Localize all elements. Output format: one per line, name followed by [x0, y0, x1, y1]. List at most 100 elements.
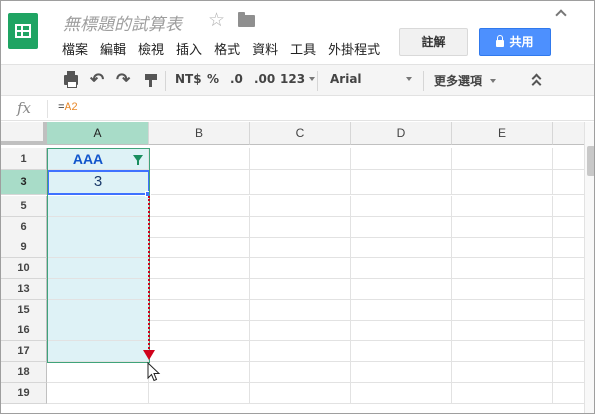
percent-format-button[interactable]: % [207, 72, 219, 86]
grid-cell[interactable] [250, 258, 351, 279]
grid-cell[interactable] [47, 383, 149, 404]
grid-cell[interactable] [250, 196, 351, 217]
font-family-select[interactable]: Arial [330, 72, 414, 86]
row-header-16[interactable]: 16 [1, 320, 47, 341]
grid-cell[interactable] [250, 217, 351, 238]
grid-cell[interactable] [452, 196, 553, 217]
row-header-9[interactable]: 9 [1, 237, 47, 258]
grid-cell[interactable] [553, 362, 584, 383]
grid-cell[interactable] [351, 300, 452, 321]
grid-cell[interactable] [452, 362, 553, 383]
grid-cell[interactable] [553, 320, 584, 341]
grid-cell[interactable] [250, 170, 351, 195]
document-title[interactable]: 無標題的試算表 [63, 10, 182, 35]
grid-cell[interactable] [250, 148, 351, 170]
grid-cell[interactable] [149, 217, 250, 238]
undo-icon[interactable]: ↶ [90, 70, 104, 90]
grid-cell[interactable] [149, 341, 250, 362]
grid-cell[interactable] [452, 258, 553, 279]
grid-cell[interactable] [351, 341, 452, 362]
grid-cell[interactable] [250, 320, 351, 341]
grid-cell[interactable] [452, 148, 553, 170]
grid-cell[interactable] [452, 300, 553, 321]
grid-cell[interactable] [149, 320, 250, 341]
grid-cell[interactable] [452, 237, 553, 258]
row-header-3[interactable]: 3 [1, 170, 47, 195]
grid-cell[interactable] [351, 279, 452, 300]
menu-format[interactable]: 格式 [214, 39, 240, 57]
row-header-18[interactable]: 18 [1, 362, 47, 383]
column-header-b[interactable]: B [149, 122, 250, 145]
comment-button[interactable]: 註解 [399, 28, 468, 56]
grid-cell[interactable] [351, 148, 452, 170]
select-all-corner[interactable] [1, 122, 47, 145]
grid-cell[interactable] [149, 279, 250, 300]
chevron-up-icon[interactable] [555, 9, 567, 21]
grid-cell[interactable] [351, 320, 452, 341]
column-header-d[interactable]: D [351, 122, 452, 145]
row-header-13[interactable]: 13 [1, 279, 47, 300]
menu-file[interactable]: 檔案 [62, 39, 88, 57]
grid-cell[interactable] [351, 237, 452, 258]
menu-tools[interactable]: 工具 [290, 39, 316, 57]
menu-edit[interactable]: 編輯 [100, 39, 126, 57]
row-header-5[interactable]: 5 [1, 196, 47, 217]
collapse-toolbar-icon[interactable] [531, 73, 542, 90]
grid-cell[interactable] [553, 148, 584, 170]
grid-cell[interactable] [351, 170, 452, 195]
grid-cell[interactable] [553, 196, 584, 217]
grid-cell[interactable] [553, 170, 584, 195]
more-formats-button[interactable]: 123 [280, 72, 316, 86]
menu-addons[interactable]: 外掛程式 [328, 39, 380, 57]
grid-cell[interactable] [452, 341, 553, 362]
row-header-10[interactable]: 10 [1, 258, 47, 279]
increase-decimal-button[interactable]: .00 [254, 72, 275, 86]
grid-cell[interactable] [553, 383, 584, 404]
paint-format-icon[interactable] [145, 74, 157, 87]
grid-cell[interactable] [553, 341, 584, 362]
sheets-logo-icon[interactable] [8, 13, 38, 49]
grid-cell[interactable] [250, 341, 351, 362]
grid-cell[interactable] [149, 258, 250, 279]
formula-input[interactable]: =A2 [58, 102, 78, 114]
star-icon[interactable]: ☆ [208, 9, 225, 32]
grid-cell[interactable] [149, 383, 250, 404]
row-header-1[interactable]: 1 [1, 148, 47, 170]
column-header-c[interactable]: C [250, 122, 351, 145]
grid-cell[interactable] [553, 258, 584, 279]
grid-cell[interactable] [452, 170, 553, 195]
grid-cell[interactable] [149, 362, 250, 383]
grid-cell[interactable] [452, 279, 553, 300]
grid-cell[interactable] [452, 320, 553, 341]
grid-cell[interactable] [351, 196, 452, 217]
row-header-15[interactable]: 15 [1, 300, 47, 321]
menu-insert[interactable]: 插入 [176, 39, 202, 57]
row-header-17[interactable]: 17 [1, 341, 47, 362]
grid-cell[interactable] [149, 300, 250, 321]
grid-cell[interactable] [149, 148, 250, 170]
grid-cell[interactable] [149, 170, 250, 195]
grid-cell[interactable] [452, 217, 553, 238]
more-options-button[interactable]: 更多選項 [434, 72, 497, 89]
grid-cell[interactable] [149, 196, 250, 217]
grid-cell[interactable] [553, 300, 584, 321]
row-header-19[interactable]: 19 [1, 383, 47, 404]
grid-cell[interactable] [351, 383, 452, 404]
grid-cell[interactable] [452, 383, 553, 404]
grid-cell[interactable] [553, 217, 584, 238]
grid-cell[interactable] [553, 279, 584, 300]
grid-cell[interactable] [553, 237, 584, 258]
currency-format-button[interactable]: NT$ [175, 72, 202, 86]
grid-cell[interactable] [250, 362, 351, 383]
column-header-a[interactable]: A [47, 122, 149, 145]
row-header-6[interactable]: 6 [1, 217, 47, 238]
grid-cell[interactable] [250, 237, 351, 258]
grid-cell[interactable] [250, 383, 351, 404]
grid-cell[interactable] [149, 237, 250, 258]
scrollbar-thumb[interactable] [587, 146, 594, 176]
grid-cell[interactable] [351, 362, 452, 383]
menu-view[interactable]: 檢視 [138, 39, 164, 57]
grid-cell[interactable] [250, 300, 351, 321]
column-header-f[interactable] [553, 122, 584, 145]
share-button[interactable]: 共用 [479, 28, 551, 56]
